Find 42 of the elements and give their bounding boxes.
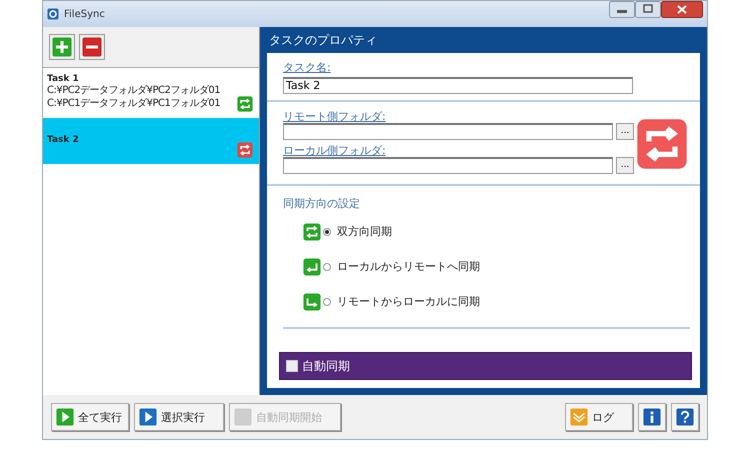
task-item[interactable]: Task 2 (43, 118, 259, 164)
field-label: ローカル側フォルダ: (283, 144, 387, 156)
folder-path: C:¥PC1データフォルダ¥PC1フォルダ01 (47, 96, 222, 110)
option-label: 双方向同期 (337, 224, 392, 239)
section-title: 同期方向の設定 (283, 196, 361, 210)
folder-field[interactable] (283, 156, 613, 174)
radio-button[interactable] (323, 228, 331, 236)
toolbar-button[interactable]: 選択実行 (134, 403, 224, 431)
app-icon (47, 8, 59, 20)
checkbox[interactable] (286, 360, 298, 372)
checkbox-label: 自動同期 (302, 358, 350, 374)
square-icon (234, 408, 252, 426)
maximize-button[interactable] (635, 1, 661, 18)
browse-button[interactable]: ... (616, 122, 634, 140)
task-name-field[interactable]: Task 2 (283, 76, 633, 94)
field-label: リモート側フォルダ: (283, 110, 387, 122)
toolbar-button[interactable]: ログ (565, 403, 633, 431)
help-icon (676, 408, 694, 426)
add-button[interactable] (49, 34, 75, 60)
toolbar-button[interactable]: 全て実行 (51, 403, 129, 431)
remove-button[interactable] (79, 34, 105, 60)
sync-icon (303, 222, 321, 240)
window-title: FileSync (64, 8, 105, 20)
radio-button[interactable] (323, 262, 331, 270)
option-label: リモートからローカルに同期 (337, 294, 480, 309)
browse-button[interactable]: ... (616, 156, 634, 174)
panel-title: タスクのプロパティ (268, 32, 378, 49)
radio-button[interactable] (323, 298, 331, 306)
minimize-button[interactable] (609, 1, 635, 18)
help-button[interactable] (671, 403, 699, 431)
close-button[interactable] (661, 1, 703, 18)
folder-path: C:¥PC2データフォルダ¥PC2フォルダ01 (47, 84, 222, 96)
play-icon (139, 408, 157, 426)
sync-icon (636, 118, 688, 170)
task-name: Task 1 (47, 74, 80, 84)
field-label: タスク名: (283, 61, 332, 74)
folder-field[interactable] (283, 122, 613, 140)
info-icon (643, 408, 661, 426)
play-icon (56, 408, 74, 426)
info-button[interactable] (638, 403, 666, 431)
option-label: ローカルからリモートへ同期 (337, 259, 480, 274)
task-name: Task 2 (47, 134, 80, 144)
